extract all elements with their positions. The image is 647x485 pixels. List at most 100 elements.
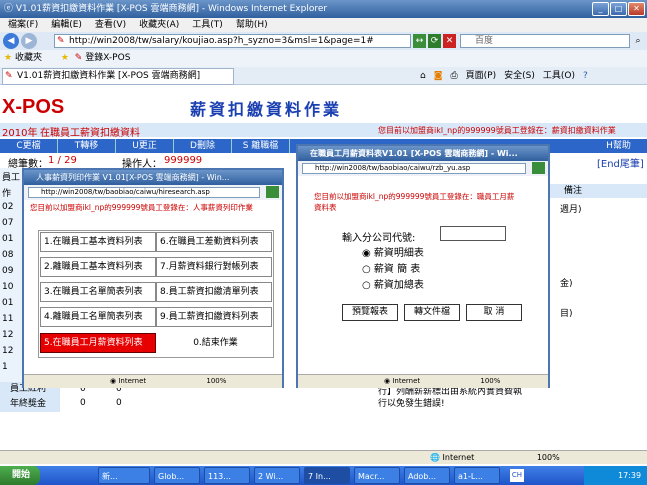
operator-value: 999999 bbox=[164, 155, 203, 166]
menu-btn-3[interactable]: 3.在職員工名單簡表列表 bbox=[40, 282, 156, 302]
popup1-title: 人事薪資列印作業 V1.01[X-POS 雲端商務網] - Win... bbox=[36, 173, 230, 182]
year-label: 2010年 bbox=[2, 128, 38, 139]
start-button[interactable]: 開始 bbox=[0, 466, 40, 485]
menu-btn-9[interactable]: 9.員工薪資扣繳資料列表 bbox=[156, 307, 272, 327]
back-icon[interactable]: ◀ bbox=[3, 33, 19, 49]
toolbar-transfer[interactable]: T轉移 bbox=[58, 139, 116, 153]
popup1-address-text: http://win2008/tw/baobiao/caiwu/hiresear… bbox=[41, 188, 210, 196]
left-row-label: 作 bbox=[2, 189, 12, 199]
refresh-icon[interactable]: ⟳ bbox=[428, 34, 441, 48]
page-menu[interactable]: 頁面(P) bbox=[466, 69, 496, 83]
left-row-label: 12 bbox=[2, 346, 14, 356]
popup1-address: http://win2008/tw/baobiao/caiwu/hiresear… bbox=[28, 187, 260, 198]
favorite-link-xpos[interactable]: 登錄X-POS bbox=[85, 53, 130, 63]
help-icon[interactable]: ? bbox=[583, 69, 588, 83]
menu-btn-2[interactable]: 2.離職員工基本資料列表 bbox=[40, 257, 156, 277]
forward-icon[interactable]: ▶ bbox=[21, 33, 37, 49]
task-1[interactable]: 新... bbox=[98, 467, 150, 484]
add-favorite-icon[interactable]: ★ bbox=[61, 53, 69, 63]
task-2[interactable]: Glob... bbox=[154, 467, 200, 484]
address-text: http://win2008/tw/salary/koujiao.asp?h_s… bbox=[69, 36, 374, 46]
globe-icon: 🌐 bbox=[430, 453, 440, 462]
option-detail[interactable]: ◉ 薪資明細表 bbox=[362, 244, 424, 259]
page-icon: ✎ bbox=[57, 36, 65, 46]
favorites-button[interactable]: 收藏夾 bbox=[15, 53, 42, 63]
page-title: 薪資扣繳資料作業 bbox=[190, 100, 343, 119]
print-icon[interactable]: ⎙ bbox=[450, 69, 457, 83]
year-end-value-2: 0 bbox=[116, 398, 122, 408]
task-5[interactable]: 7 In... bbox=[304, 467, 350, 484]
main-zoom[interactable]: 100% bbox=[537, 453, 560, 462]
favorites-bar: ★ 收藏夾 ★ ✎ 登錄X-POS bbox=[0, 50, 647, 67]
safety-menu[interactable]: 安全(S) bbox=[504, 69, 535, 83]
search-box[interactable]: 百度 bbox=[460, 34, 630, 48]
subtitle: 在職員工薪資扣繳資料 bbox=[40, 128, 140, 139]
menu-btn-6[interactable]: 6.在職員工差勤資料列表 bbox=[156, 232, 272, 252]
compat-view-icon[interactable]: ↔ bbox=[413, 34, 426, 48]
popup-report-menu: 人事薪資列印作業 V1.01[X-POS 雲端商務網] - Win... htt… bbox=[22, 168, 284, 388]
user-notice: 您目前以加盟商ikl_np的999999號員工登錄在：薪資扣繳資料作業 bbox=[378, 126, 616, 135]
menu-file[interactable]: 檔案(F) bbox=[8, 18, 38, 32]
menu-favorites[interactable]: 收藏夾(A) bbox=[139, 18, 179, 32]
popup1-refresh-icon[interactable] bbox=[266, 186, 279, 198]
toolbar-help[interactable]: H幫助 bbox=[590, 139, 647, 153]
feed-icon[interactable]: ◙ bbox=[434, 69, 443, 83]
browser-tab[interactable]: ✎ V1.01薪資扣繳資料作業 [X-POS 雲端商務網] bbox=[2, 68, 234, 85]
menu-btn-1[interactable]: 1.在職員工基本資料列表 bbox=[40, 232, 156, 252]
menu-view[interactable]: 查看(V) bbox=[95, 18, 126, 32]
home-icon[interactable]: ⌂ bbox=[420, 69, 426, 83]
system-tray: 17:39 bbox=[584, 466, 647, 485]
popup1-zoom[interactable]: 100% bbox=[206, 377, 226, 385]
menu-help[interactable]: 幫助(H) bbox=[236, 18, 268, 32]
task-3[interactable]: 113... bbox=[204, 467, 250, 484]
branch-code-input[interactable] bbox=[440, 226, 506, 241]
task-7[interactable]: Adob... bbox=[404, 467, 450, 484]
menu-btn-8[interactable]: 8.員工薪資扣繳清單列表 bbox=[156, 282, 272, 302]
search-icon[interactable]: ⌕ bbox=[632, 34, 644, 48]
menu-btn-5[interactable]: 5.在職員工月薪資料列表 bbox=[40, 333, 156, 353]
preview-report-button[interactable]: 預覽報表 bbox=[342, 304, 398, 321]
radio-icon: ○ bbox=[362, 280, 371, 291]
window-titlebar: ⓔ V1.01薪資扣繳資料作業 [X-POS 雲端商務網] - Windows … bbox=[0, 0, 647, 18]
popup1-notice: 您目前以加盟商ikl_np的999999號員工登錄在：人事薪資列印作業 bbox=[30, 203, 253, 212]
minimize-button[interactable]: _ bbox=[592, 2, 609, 16]
stop-icon[interactable]: ✕ bbox=[443, 34, 456, 48]
menu-btn-7[interactable]: 7.月薪資料銀行對帳列表 bbox=[156, 257, 272, 277]
task-8[interactable]: a1-L... bbox=[454, 467, 500, 484]
address-row: ◀ ▶ ✎ http://win2008/tw/salary/koujiao.a… bbox=[0, 32, 647, 50]
toolbar-change[interactable]: C更檔 bbox=[0, 139, 58, 153]
ie-icon: ⓔ bbox=[4, 4, 16, 14]
language-indicator[interactable]: CH bbox=[510, 469, 524, 482]
left-row-label: 10 bbox=[2, 282, 14, 292]
remark-row-2: 金) bbox=[560, 279, 573, 289]
maximize-button[interactable]: □ bbox=[610, 2, 627, 16]
popup2-refresh-icon[interactable] bbox=[532, 162, 545, 174]
tools-menu[interactable]: 工具(O) bbox=[543, 69, 575, 83]
remark-row-1: 週月) bbox=[560, 205, 582, 215]
address-bar[interactable]: ✎ http://win2008/tw/salary/koujiao.asp?h… bbox=[54, 34, 411, 48]
popup2-address: http://win2008/tw/baobiao/caiwu/rzb_yu.a… bbox=[302, 163, 526, 174]
left-row-label: 1 bbox=[2, 362, 8, 372]
left-row-label: 08 bbox=[2, 250, 14, 260]
option-total[interactable]: ○ 薪資加總表 bbox=[362, 276, 424, 291]
end-record-button[interactable]: [End尾筆] bbox=[597, 155, 644, 170]
toolbar-update[interactable]: U更正 bbox=[116, 139, 174, 153]
cancel-button[interactable]: 取 消 bbox=[466, 304, 522, 321]
menu-btn-4[interactable]: 4.離職員工名單簡表列表 bbox=[40, 307, 156, 327]
tab-page-icon: ✎ bbox=[5, 71, 13, 81]
toolbar-resigned[interactable]: S 離職檔 bbox=[232, 139, 290, 153]
tab-row: ✎ V1.01薪資扣繳資料作業 [X-POS 雲端商務網] ⌂ ◙ ⎙ 頁面(P… bbox=[0, 67, 647, 85]
menu-tools[interactable]: 工具(T) bbox=[192, 18, 223, 32]
popup2-zoom[interactable]: 100% bbox=[480, 377, 500, 385]
popup2-title: 在職員工月薪資料表V1.01 [X-POS 雲端商務網] - Wi... bbox=[310, 149, 518, 158]
task-6[interactable]: Macr... bbox=[354, 467, 400, 484]
task-4[interactable]: 2 Wi... bbox=[254, 467, 300, 484]
option-brief[interactable]: ○ 薪資 簡 表 bbox=[362, 260, 420, 275]
menu-edit[interactable]: 編輯(E) bbox=[51, 18, 82, 32]
menu-btn-exit[interactable]: 0.結束作業 bbox=[156, 333, 272, 353]
close-button[interactable]: ✕ bbox=[628, 2, 645, 16]
convert-file-button[interactable]: 轉文件檔 bbox=[404, 304, 460, 321]
toolbar-delete[interactable]: D刪除 bbox=[174, 139, 232, 153]
toolbar-buttons: C更檔 T轉移 U更正 D刪除 S 離職檔 bbox=[0, 139, 290, 153]
popup1-titlebar: 人事薪資列印作業 V1.01[X-POS 雲端商務網] - Win... bbox=[24, 170, 282, 185]
